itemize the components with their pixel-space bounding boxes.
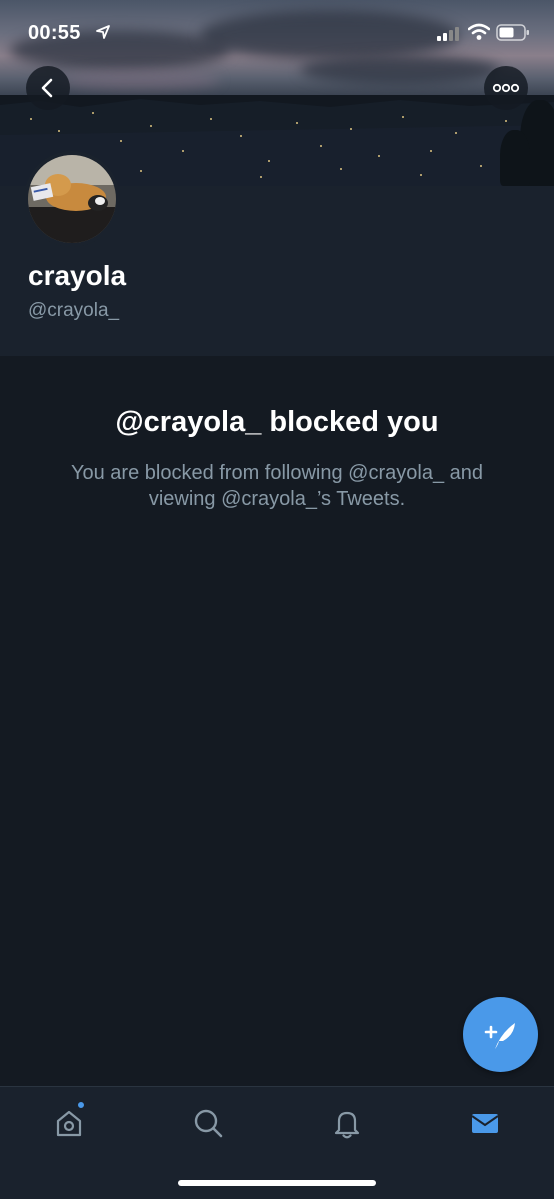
profile-display-name: crayola [28, 260, 127, 291]
avatar-dog-photo [28, 155, 116, 243]
back-button[interactable] [26, 66, 70, 110]
battery-icon [496, 24, 529, 41]
blocked-title: @crayola_ blocked you [115, 406, 439, 438]
tab-notifications[interactable] [327, 1103, 367, 1143]
profile-screen: 00:55 crayola @crayola_ @crayola_ blocke… [0, 0, 554, 1199]
status-bar: 00:55 [0, 0, 554, 62]
compose-tweet-icon [484, 1022, 515, 1049]
search-icon [194, 1109, 223, 1138]
avatar[interactable] [24, 151, 120, 247]
envelope-icon [471, 1114, 499, 1133]
blocked-message: You are blocked from following @crayola_… [70, 462, 484, 510]
wifi-icon [468, 23, 490, 40]
cellular-signal-icon [437, 27, 459, 41]
location-arrow-icon [96, 25, 110, 39]
compose-tweet-button[interactable] [463, 997, 538, 1072]
tab-search[interactable] [188, 1103, 228, 1143]
more-dots-icon [492, 83, 520, 93]
profile-handle: @crayola_ [28, 300, 120, 321]
tab-messages[interactable] [465, 1103, 505, 1143]
status-time: 00:55 [28, 22, 81, 44]
chevron-left-icon [41, 78, 53, 98]
home-indicator[interactable] [178, 1180, 376, 1186]
more-options-button[interactable] [484, 66, 528, 110]
home-unread-dot [76, 1100, 86, 1110]
home-icon [56, 1110, 82, 1137]
bell-icon [334, 1111, 360, 1139]
